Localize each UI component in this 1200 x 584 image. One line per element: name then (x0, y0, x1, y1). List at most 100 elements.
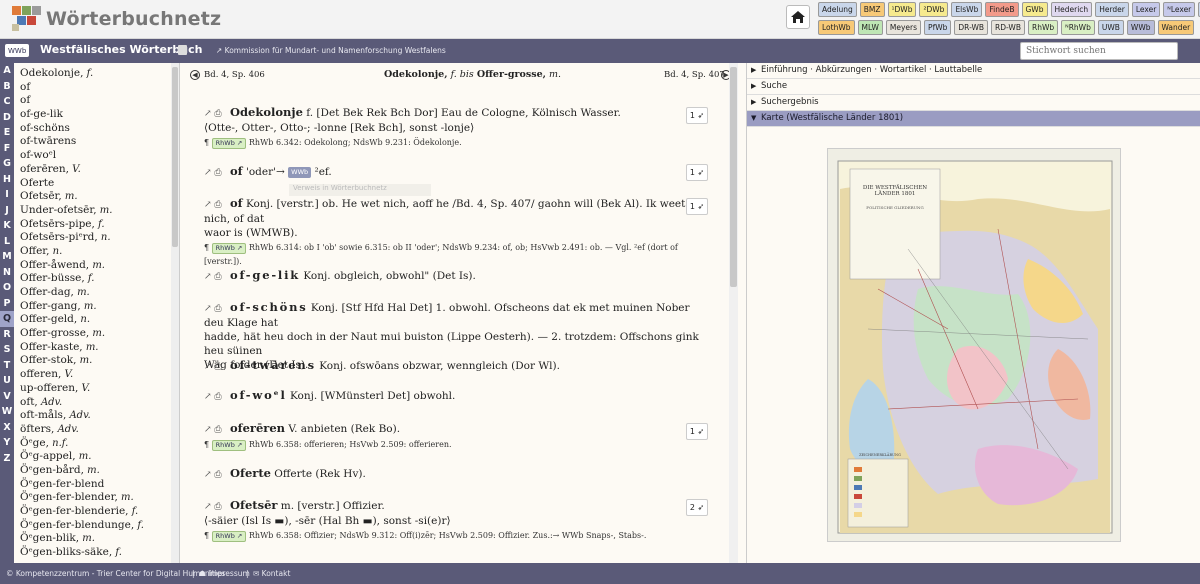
word-list-item[interactable]: Öᵉge, n.f. (14, 437, 179, 451)
article-scroll-thumb[interactable] (730, 67, 737, 287)
prev-page-icon[interactable]: ◀ (190, 70, 200, 80)
dictionary-button[interactable]: PfWb (924, 20, 952, 35)
dictionary-button[interactable]: ElsWb (951, 2, 983, 17)
word-list-item[interactable]: oft-måls, Adv. (14, 409, 179, 423)
article-scrollbar[interactable] (729, 63, 738, 563)
dictionary-button[interactable]: Lexer (1131, 2, 1161, 17)
entry-count-button[interactable]: 2 ➶ (686, 499, 708, 516)
dictionary-button[interactable]: LothWb (818, 20, 855, 35)
info-section[interactable]: ▼ Karte (Westfälische Länder 1801) (747, 111, 1200, 127)
word-list-item[interactable]: oferēren, V. (14, 163, 179, 177)
dictionary-button[interactable]: Herder (1095, 2, 1129, 17)
word-list-item[interactable]: Öᵉg-appel, m. (14, 450, 179, 464)
word-list-item[interactable]: Öᵉgen-fer-blend (14, 478, 179, 492)
letter-b[interactable]: B (0, 79, 14, 95)
word-list-item[interactable]: Offer-åwend, m. (14, 259, 179, 273)
dictionary-button[interactable]: ²DWb (919, 2, 949, 17)
letter-m[interactable]: M (0, 249, 14, 265)
letter-h[interactable]: H (0, 172, 14, 188)
word-list-item[interactable]: Offer-dag, m. (14, 286, 179, 300)
word-list-item[interactable]: Odekolonje, f. (14, 67, 179, 81)
word-list-item[interactable]: of (14, 81, 179, 95)
letter-g[interactable]: G (0, 156, 14, 172)
word-list-item[interactable]: Under-ofetsēr, m. (14, 204, 179, 218)
letter-w[interactable]: W (0, 404, 14, 420)
letter-u[interactable]: U (0, 373, 14, 389)
letter-o[interactable]: O (0, 280, 14, 296)
rhwb-link-badge[interactable]: RhWb ↗ (211, 242, 247, 254)
entry-tools-icon[interactable]: ↗ ⎙ (204, 270, 230, 284)
dictionary-button[interactable]: WWb (1126, 20, 1155, 35)
letter-p[interactable]: P (0, 296, 14, 312)
word-list-item[interactable]: of-woᵉl (14, 149, 179, 163)
letter-a[interactable]: A (0, 63, 14, 79)
letter-t[interactable]: T (0, 358, 14, 374)
word-list-item[interactable]: Ofetsēr, m. (14, 190, 179, 204)
letter-i[interactable]: I (0, 187, 14, 203)
entry-tools-icon[interactable]: ↗ ⎙ (204, 500, 230, 514)
letter-n[interactable]: N (0, 265, 14, 281)
entry-count-button[interactable]: 1 ➶ (686, 107, 708, 124)
letter-l[interactable]: L (0, 234, 14, 250)
entry-tools-icon[interactable]: ↗ ⎙ (204, 468, 230, 482)
word-list-item[interactable]: of-twārens (14, 135, 179, 149)
word-list-item[interactable]: Öᵉgen-bård, m. (14, 464, 179, 478)
wwb-link-badge[interactable]: WWb (288, 166, 312, 178)
search-input[interactable] (1020, 42, 1178, 60)
word-list-item[interactable]: Offer-gang, m. (14, 300, 179, 314)
entry-count-button[interactable]: 1 ➶ (686, 198, 708, 215)
word-list-scroll-thumb[interactable] (172, 67, 178, 247)
dictionary-button[interactable]: MLW (857, 20, 883, 35)
letter-y[interactable]: Y (0, 435, 14, 451)
word-list-item[interactable]: Offer-grosse, m. (14, 327, 179, 341)
word-list-item[interactable]: offeren, V. (14, 368, 179, 382)
home-button[interactable] (786, 5, 810, 29)
entry-tools-icon[interactable]: ↗ ⎙ (204, 360, 230, 374)
letter-z[interactable]: Z (0, 451, 14, 467)
word-list-item[interactable]: of-ge-lik (14, 108, 179, 122)
kontakt-link[interactable]: ✉ Kontakt (253, 569, 290, 578)
word-list-item[interactable]: Oferte (14, 177, 179, 191)
dictionary-button[interactable]: UWB (1097, 20, 1124, 35)
letter-c[interactable]: C (0, 94, 14, 110)
word-list-item[interactable]: up-offeren, V. (14, 382, 179, 396)
rhwb-link-badge[interactable]: RhWb ↗ (211, 439, 247, 451)
entry-tools-icon[interactable]: ↗ ⎙ (204, 302, 230, 316)
letter-j[interactable]: J (0, 203, 14, 219)
word-list-item[interactable]: Ofetsērs-piᵉrd, n. (14, 231, 179, 245)
entry-tools-icon[interactable]: ↗ ⎙ (204, 107, 230, 121)
letter-e[interactable]: E (0, 125, 14, 141)
letter-x[interactable]: X (0, 420, 14, 436)
word-list-item[interactable]: Öᵉgen-fer-blenderie, f. (14, 505, 179, 519)
dictionary-button[interactable]: FindeB (985, 2, 1019, 17)
rhwb-link-badge[interactable]: RhWb ↗ (211, 530, 247, 542)
dictionary-button[interactable]: Wander (1157, 20, 1195, 35)
dictionary-button[interactable]: GWb (1021, 2, 1048, 17)
letter-s[interactable]: S (0, 342, 14, 358)
word-list-item[interactable]: Offer-geld, n. (14, 313, 179, 327)
word-list-item[interactable]: Offer-stok, m. (14, 354, 179, 368)
word-list-scrollbar[interactable] (171, 63, 179, 563)
letter-r[interactable]: R (0, 327, 14, 343)
letter-f[interactable]: F (0, 141, 14, 157)
word-list-item[interactable]: Öᵉgen-blik, m. (14, 532, 179, 546)
dictionary-button[interactable]: RD-WB (991, 20, 1025, 35)
dictionary-button[interactable]: ¹DWb (887, 2, 917, 17)
kommission-link[interactable]: ↗ Kommission für Mundart- und Namenforsc… (216, 46, 446, 55)
word-list-item[interactable]: Offer, n. (14, 245, 179, 259)
dictionary-badge[interactable]: WWb (5, 44, 30, 57)
dictionary-button[interactable]: ᴺLexer (1163, 2, 1196, 17)
impressum-link[interactable]: ☗ Impressum (199, 569, 250, 578)
historical-map[interactable]: DIE WESTFÄLISCHEN LÄNDER 1801 POLITISCHE… (827, 148, 1121, 542)
entry-count-button[interactable]: 1 ➶ (686, 423, 708, 440)
dictionary-button[interactable]: DR-WB (954, 20, 989, 35)
entry-count-button[interactable]: 1 ➶ (686, 164, 708, 181)
word-list-item[interactable]: of (14, 94, 179, 108)
word-list-item[interactable]: Öᵉgen-bliks-säke, f. (14, 546, 179, 560)
letter-q[interactable]: Q (0, 311, 14, 327)
site-logo[interactable]: Wörterbuchnetz (10, 3, 221, 35)
entry-tools-icon[interactable]: ↗ ⎙ (204, 166, 230, 180)
word-list-item[interactable]: Offer-büsse, f. (14, 272, 179, 286)
save-icon[interactable] (178, 45, 187, 55)
word-list-item[interactable]: of-schöns (14, 122, 179, 136)
